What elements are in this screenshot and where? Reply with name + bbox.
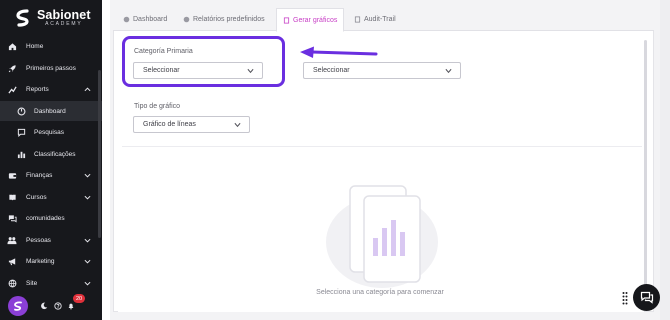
empty-state-message: Selecciona una categoría para comenzar: [316, 289, 444, 296]
document-icon: [283, 16, 290, 24]
tab-gerar-graficos[interactable]: Gerar gráficos: [276, 8, 345, 32]
chevron-down-icon: [234, 122, 241, 128]
brand-name: Sabionet: [37, 7, 91, 22]
tab-bar: Dashboard Relatórios predefinidos Gerar …: [113, 8, 654, 32]
chevron-down-icon: [84, 195, 91, 200]
page-scroll-gutter: [660, 0, 670, 320]
notification-badge: 20: [73, 294, 85, 303]
help-icon[interactable]: [54, 302, 62, 310]
brand-logo[interactable]: Sabionet ACADEMY: [14, 8, 91, 28]
avatar-logo-icon: [14, 301, 22, 311]
sidebar-item-label: Reports: [26, 85, 49, 93]
sidebar-item-label: comunidades: [26, 214, 65, 222]
sidebar-item-pessoas[interactable]: Pessoas: [0, 230, 102, 250]
annotation-arrow-icon: [300, 46, 378, 58]
sidebar-item-primeiros-passos[interactable]: Primeiros passos: [0, 58, 102, 78]
tab-label: Dashboard: [133, 16, 168, 23]
tab-audit-trail[interactable]: Audit-Trail: [354, 8, 396, 31]
home-icon: [7, 41, 17, 51]
tab-relatorios-predefinidos[interactable]: Relatórios predefinidos: [183, 8, 265, 31]
sidebar-item-dashboard[interactable]: Dashboard: [0, 101, 102, 121]
community-icon: [7, 213, 17, 223]
bell-icon[interactable]: [67, 302, 75, 310]
sidebar-item-financas[interactable]: Finanças: [0, 165, 102, 185]
chat-button[interactable]: [633, 284, 660, 311]
section-divider: [122, 146, 642, 147]
chevron-down-icon: [445, 68, 452, 74]
tab-label: Audit-Trail: [364, 16, 396, 23]
sidebar-item-label: Finanças: [26, 171, 53, 179]
drag-handle-icon[interactable]: [622, 291, 628, 305]
sidebar-item-pesquisas[interactable]: Pesquisas: [0, 122, 102, 142]
sidebar-item-label: Classificações: [34, 150, 76, 158]
sidebar-item-home[interactable]: Home: [0, 36, 102, 56]
chevron-up-icon: [84, 86, 91, 91]
wallet-icon: [7, 170, 17, 180]
clock-icon: [183, 16, 190, 23]
chevron-down-icon: [84, 259, 91, 264]
sidebar-item-site[interactable]: Site: [0, 273, 102, 293]
sidebar-item-marketing[interactable]: Marketing: [0, 251, 102, 271]
sidebar-item-label: Pesquisas: [34, 128, 64, 136]
sidebar: Sabionet ACADEMY Home Primeiros passos R…: [0, 0, 102, 320]
brand-subtitle: ACADEMY: [45, 21, 83, 28]
highlight-box: [122, 36, 285, 87]
chevron-down-icon: [84, 281, 91, 286]
sidebar-item-label: Site: [26, 279, 38, 287]
sidebar-item-reports[interactable]: Reports: [0, 79, 102, 99]
bar-chart-icon: [16, 149, 26, 159]
chevron-down-icon: [84, 173, 91, 178]
chat-icon: [16, 127, 26, 137]
tab-dashboard[interactable]: Dashboard: [123, 8, 167, 31]
document-icon: [354, 16, 361, 23]
sidebar-item-classificacoes[interactable]: Classificações: [0, 144, 102, 164]
chart-icon: [7, 84, 17, 94]
sidebar-item-label: Cursos: [26, 193, 47, 201]
empty-chart-illustration-icon: [326, 185, 438, 288]
rocket-icon: [7, 63, 17, 73]
tab-label: Gerar gráficos: [293, 16, 338, 24]
main-gutter: [102, 0, 110, 320]
content-scrollbar[interactable]: [644, 40, 647, 302]
sabionet-logo-icon: [16, 9, 29, 27]
clock-icon: [123, 16, 130, 23]
sidebar-item-label: Home: [26, 42, 44, 50]
tab-label: Relatórios predefinidos: [193, 16, 265, 23]
sidebar-item-label: Marketing: [26, 257, 55, 265]
people-icon: [7, 235, 17, 245]
sidebar-item-label: Dashboard: [34, 107, 66, 115]
select-value: Gráfico de líneas: [143, 121, 196, 128]
avatar[interactable]: [8, 296, 28, 316]
globe-icon: [7, 278, 17, 288]
sidebar-item-cursos[interactable]: Cursos: [0, 187, 102, 207]
sidebar-item-label: Primeiros passos: [26, 64, 76, 72]
secondary-category-select[interactable]: Seleccionar: [303, 62, 461, 79]
select-value: Seleccionar: [313, 67, 350, 74]
megaphone-icon: [7, 256, 17, 266]
theme-toggle-icon[interactable]: [40, 302, 48, 310]
sidebar-item-label: Pessoas: [26, 236, 51, 244]
chart-type-label: Tipo de gráfico: [134, 103, 181, 110]
chevron-down-icon: [84, 238, 91, 243]
book-icon: [7, 192, 17, 202]
chart-type-select[interactable]: Gráfico de líneas: [133, 116, 250, 133]
dashboard-icon: [16, 106, 26, 116]
chat-bubble-icon: [640, 291, 653, 304]
sidebar-item-comunidades[interactable]: comunidades: [0, 208, 102, 228]
sidebar-scrollbar[interactable]: [98, 70, 101, 238]
